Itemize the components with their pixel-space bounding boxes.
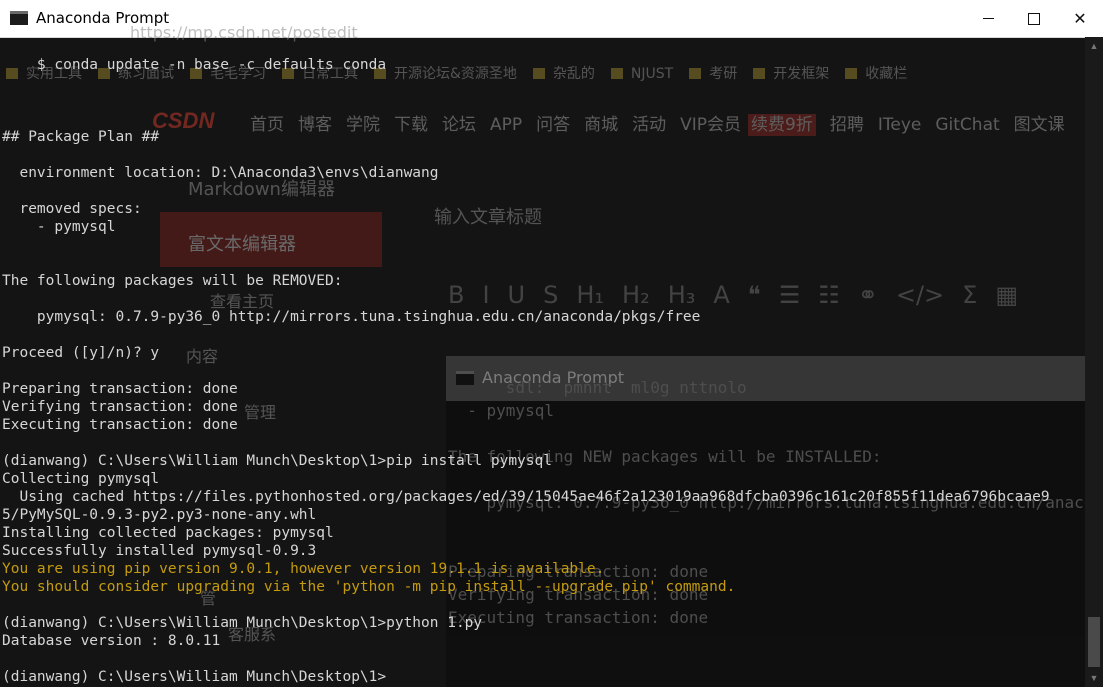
console-line: Successfully installed pymysql-0.9.3 — [2, 543, 317, 559]
console-line: (dianwang) C:\Users\William Munch\Deskto… — [2, 615, 483, 631]
console-line: $ conda update -n base -c defaults conda — [2, 57, 387, 73]
scrollbar-thumb[interactable] — [1088, 617, 1100, 667]
minimize-button[interactable] — [965, 0, 1011, 37]
console-line: Executing transaction: done — [2, 417, 238, 433]
console-output[interactable]: $ conda update -n base -c defaults conda… — [0, 37, 1083, 687]
console-line: (dianwang) C:\Users\William Munch\Deskto… — [2, 669, 387, 685]
vertical-scrollbar[interactable]: ▲ ▼ — [1085, 37, 1103, 687]
console-line: pymysql: 0.7.9-py36_0 http://mirrors.tun… — [2, 309, 701, 325]
terminal-icon — [10, 11, 28, 25]
maximize-button[interactable] — [1011, 0, 1057, 37]
console-line: The following packages will be REMOVED: — [2, 273, 343, 289]
console-line: Verifying transaction: done — [2, 399, 238, 415]
console-line: removed specs: — [2, 201, 142, 217]
scroll-down-icon[interactable]: ▼ — [1085, 669, 1103, 687]
console-line: environment location: D:\Anaconda3\envs\… — [2, 165, 439, 181]
close-button[interactable]: ✕ — [1057, 0, 1103, 37]
console-line: - pymysql — [2, 219, 116, 235]
console-line: Preparing transaction: done — [2, 381, 238, 397]
console-line: Installing collected packages: pymysql — [2, 525, 334, 541]
console-line: (dianwang) C:\Users\William Munch\Deskto… — [2, 453, 552, 469]
anaconda-prompt-window: Anaconda Prompt ✕ https://mp.csdn.net/po… — [0, 0, 1103, 687]
maximize-icon — [1028, 12, 1040, 25]
console-line: Collecting pymysql — [2, 471, 160, 487]
console-line: You should consider upgrading via the 'p… — [2, 579, 736, 595]
scroll-up-icon[interactable]: ▲ — [1085, 37, 1103, 55]
console-line: ## Package Plan ## — [2, 129, 160, 145]
minimize-icon — [982, 18, 994, 19]
console-line: Database version : 8.0.11 — [2, 633, 221, 649]
console-line: Proceed ([y]/n)? y — [2, 345, 160, 361]
console-line: 5/PyMySQL-0.9.3-py2.py3-none-any.whl — [2, 507, 317, 523]
close-icon: ✕ — [1073, 9, 1087, 28]
console-line: You are using pip version 9.0.1, however… — [2, 561, 605, 577]
console-line: Using cached https://files.pythonhosted.… — [2, 489, 1050, 505]
